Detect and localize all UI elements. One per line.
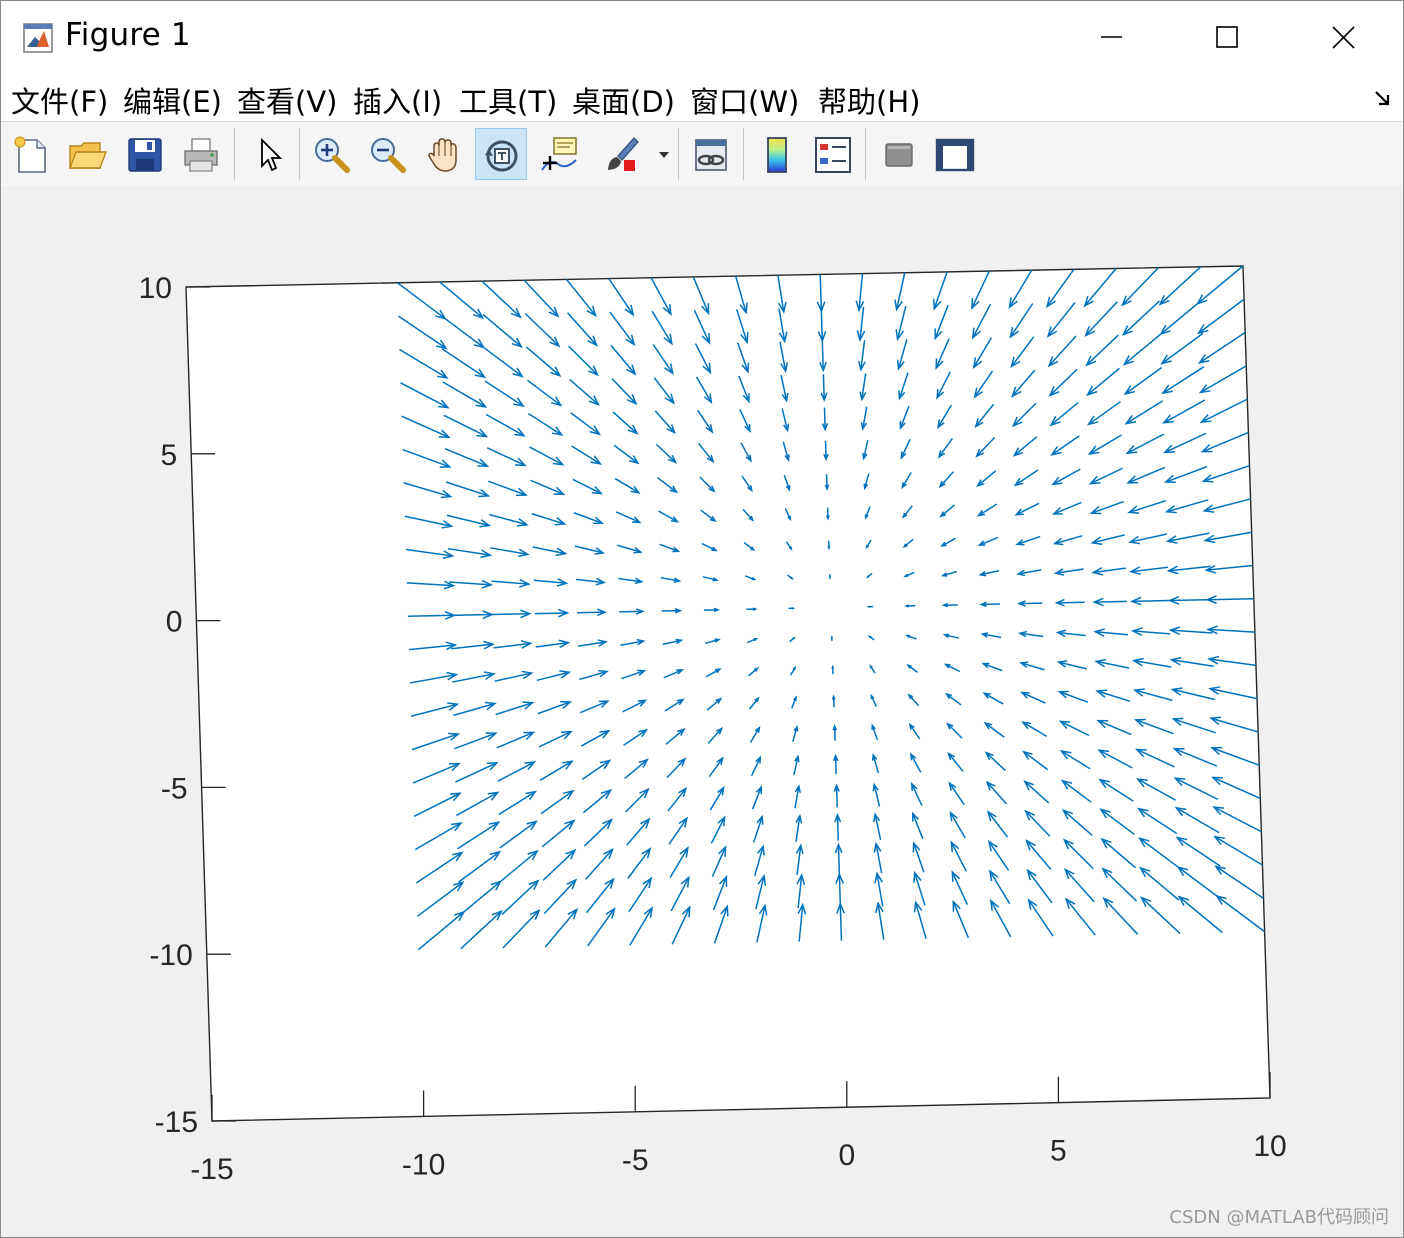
quiver-arrow	[831, 664, 835, 675]
colorbar-icon	[767, 137, 787, 173]
zoom-in-icon	[315, 138, 350, 173]
y-tick-label: -15	[155, 1106, 198, 1139]
y-tick-label: 10	[139, 272, 172, 305]
quiver-arrow	[788, 607, 796, 610]
pan-hand-icon	[428, 138, 457, 172]
zoom-out-button[interactable]	[361, 128, 413, 180]
hide-plot-tools-button[interactable]	[873, 128, 925, 180]
toolbar-separator	[865, 128, 866, 180]
edit-plot-arrow-icon	[261, 137, 283, 172]
quiver-arrow	[830, 635, 833, 641]
x-tick-label: 0	[838, 1139, 855, 1172]
menu-view[interactable]: 查看(V)	[237, 79, 337, 121]
figure-canvas[interactable]: -15 -10 -5 0 5 10 10 5 0 -5 -10 -15	[1, 186, 1403, 1237]
maximize-button[interactable]	[1197, 15, 1257, 59]
minimize-icon	[1101, 36, 1122, 38]
save-button[interactable]	[119, 128, 171, 180]
y-tick-label: 0	[166, 606, 183, 639]
zoom-out-icon	[371, 138, 406, 173]
chevron-down-icon[interactable]	[657, 150, 671, 160]
menu-edit[interactable]: 编辑(E)	[123, 79, 222, 121]
rotate-3d-icon	[485, 140, 518, 172]
figure-window: Figure 1 文件(F) 编辑(E) 查看(V) 插入(I) 工具(T) 桌…	[0, 0, 1404, 1238]
save-icon	[128, 138, 162, 172]
watermark-text: CSDN @MATLAB代码顾问	[1169, 1207, 1389, 1228]
open-file-icon	[68, 142, 108, 169]
menu-help[interactable]: 帮助(H)	[818, 79, 920, 121]
data-cursor-button[interactable]	[533, 128, 585, 180]
pan-button[interactable]	[419, 128, 471, 180]
show-plot-tools-button[interactable]	[929, 128, 981, 180]
edit-plot-button[interactable]	[243, 128, 295, 180]
toolbar-separator	[743, 128, 744, 180]
matlab-app-icon	[23, 23, 53, 53]
y-tick-label: -10	[149, 939, 192, 972]
y-tick-label: -5	[161, 772, 188, 805]
quiver-arrow	[827, 540, 831, 551]
close-icon	[1332, 26, 1355, 49]
menu-file[interactable]: 文件(F)	[11, 79, 108, 121]
title-bar[interactable]: Figure 1	[1, 1, 1403, 73]
x-tick-label: -10	[402, 1148, 445, 1181]
menu-desktop[interactable]: 桌面(D)	[572, 79, 675, 121]
print-icon	[184, 138, 218, 172]
quiver-arrow	[866, 605, 874, 608]
hide-plot-tools-icon	[885, 143, 913, 167]
close-button[interactable]	[1313, 15, 1373, 59]
figure-toolbar	[1, 121, 1403, 187]
window-title: Figure 1	[65, 17, 191, 53]
menu-bar: 文件(F) 编辑(E) 查看(V) 插入(I) 工具(T) 桌面(D) 窗口(W…	[1, 73, 1403, 121]
link-plot-button[interactable]	[685, 128, 737, 180]
insert-colorbar-button[interactable]	[751, 128, 803, 180]
toolbar-separator	[678, 128, 679, 180]
quiver-arrow	[828, 574, 831, 580]
toolbar-separator	[299, 128, 300, 180]
show-plot-tools-icon	[935, 138, 975, 172]
zoom-in-button[interactable]	[305, 128, 357, 180]
x-tick-label: 10	[1253, 1130, 1286, 1163]
x-tick-label: 5	[1050, 1135, 1067, 1168]
print-button[interactable]	[175, 128, 227, 180]
menu-window[interactable]: 窗口(W)	[690, 79, 799, 121]
new-figure-button[interactable]	[5, 128, 57, 180]
menu-insert[interactable]: 插入(I)	[353, 79, 442, 121]
menu-tools[interactable]: 工具(T)	[459, 79, 557, 121]
x-tick-label: -15	[190, 1153, 233, 1186]
link-plot-icon	[695, 139, 727, 171]
toolbar-separator	[234, 128, 235, 180]
brush-icon	[608, 137, 639, 171]
new-figure-icon	[14, 136, 46, 173]
brush-button[interactable]	[595, 128, 647, 180]
quiver-plot[interactable]: -15 -10 -5 0 5 10 10 5 0 -5 -10 -15	[1, 186, 1403, 1237]
rotate-3d-button[interactable]	[475, 128, 527, 180]
open-file-button[interactable]	[61, 128, 113, 180]
y-tick-label: 5	[161, 439, 178, 472]
x-tick-label: -5	[622, 1144, 649, 1177]
maximize-icon	[1216, 26, 1238, 48]
minimize-button[interactable]	[1081, 15, 1141, 59]
data-cursor-icon	[541, 137, 577, 171]
dock-figure-icon[interactable]	[1373, 87, 1395, 109]
insert-legend-button[interactable]	[807, 128, 859, 180]
legend-icon	[815, 137, 851, 173]
